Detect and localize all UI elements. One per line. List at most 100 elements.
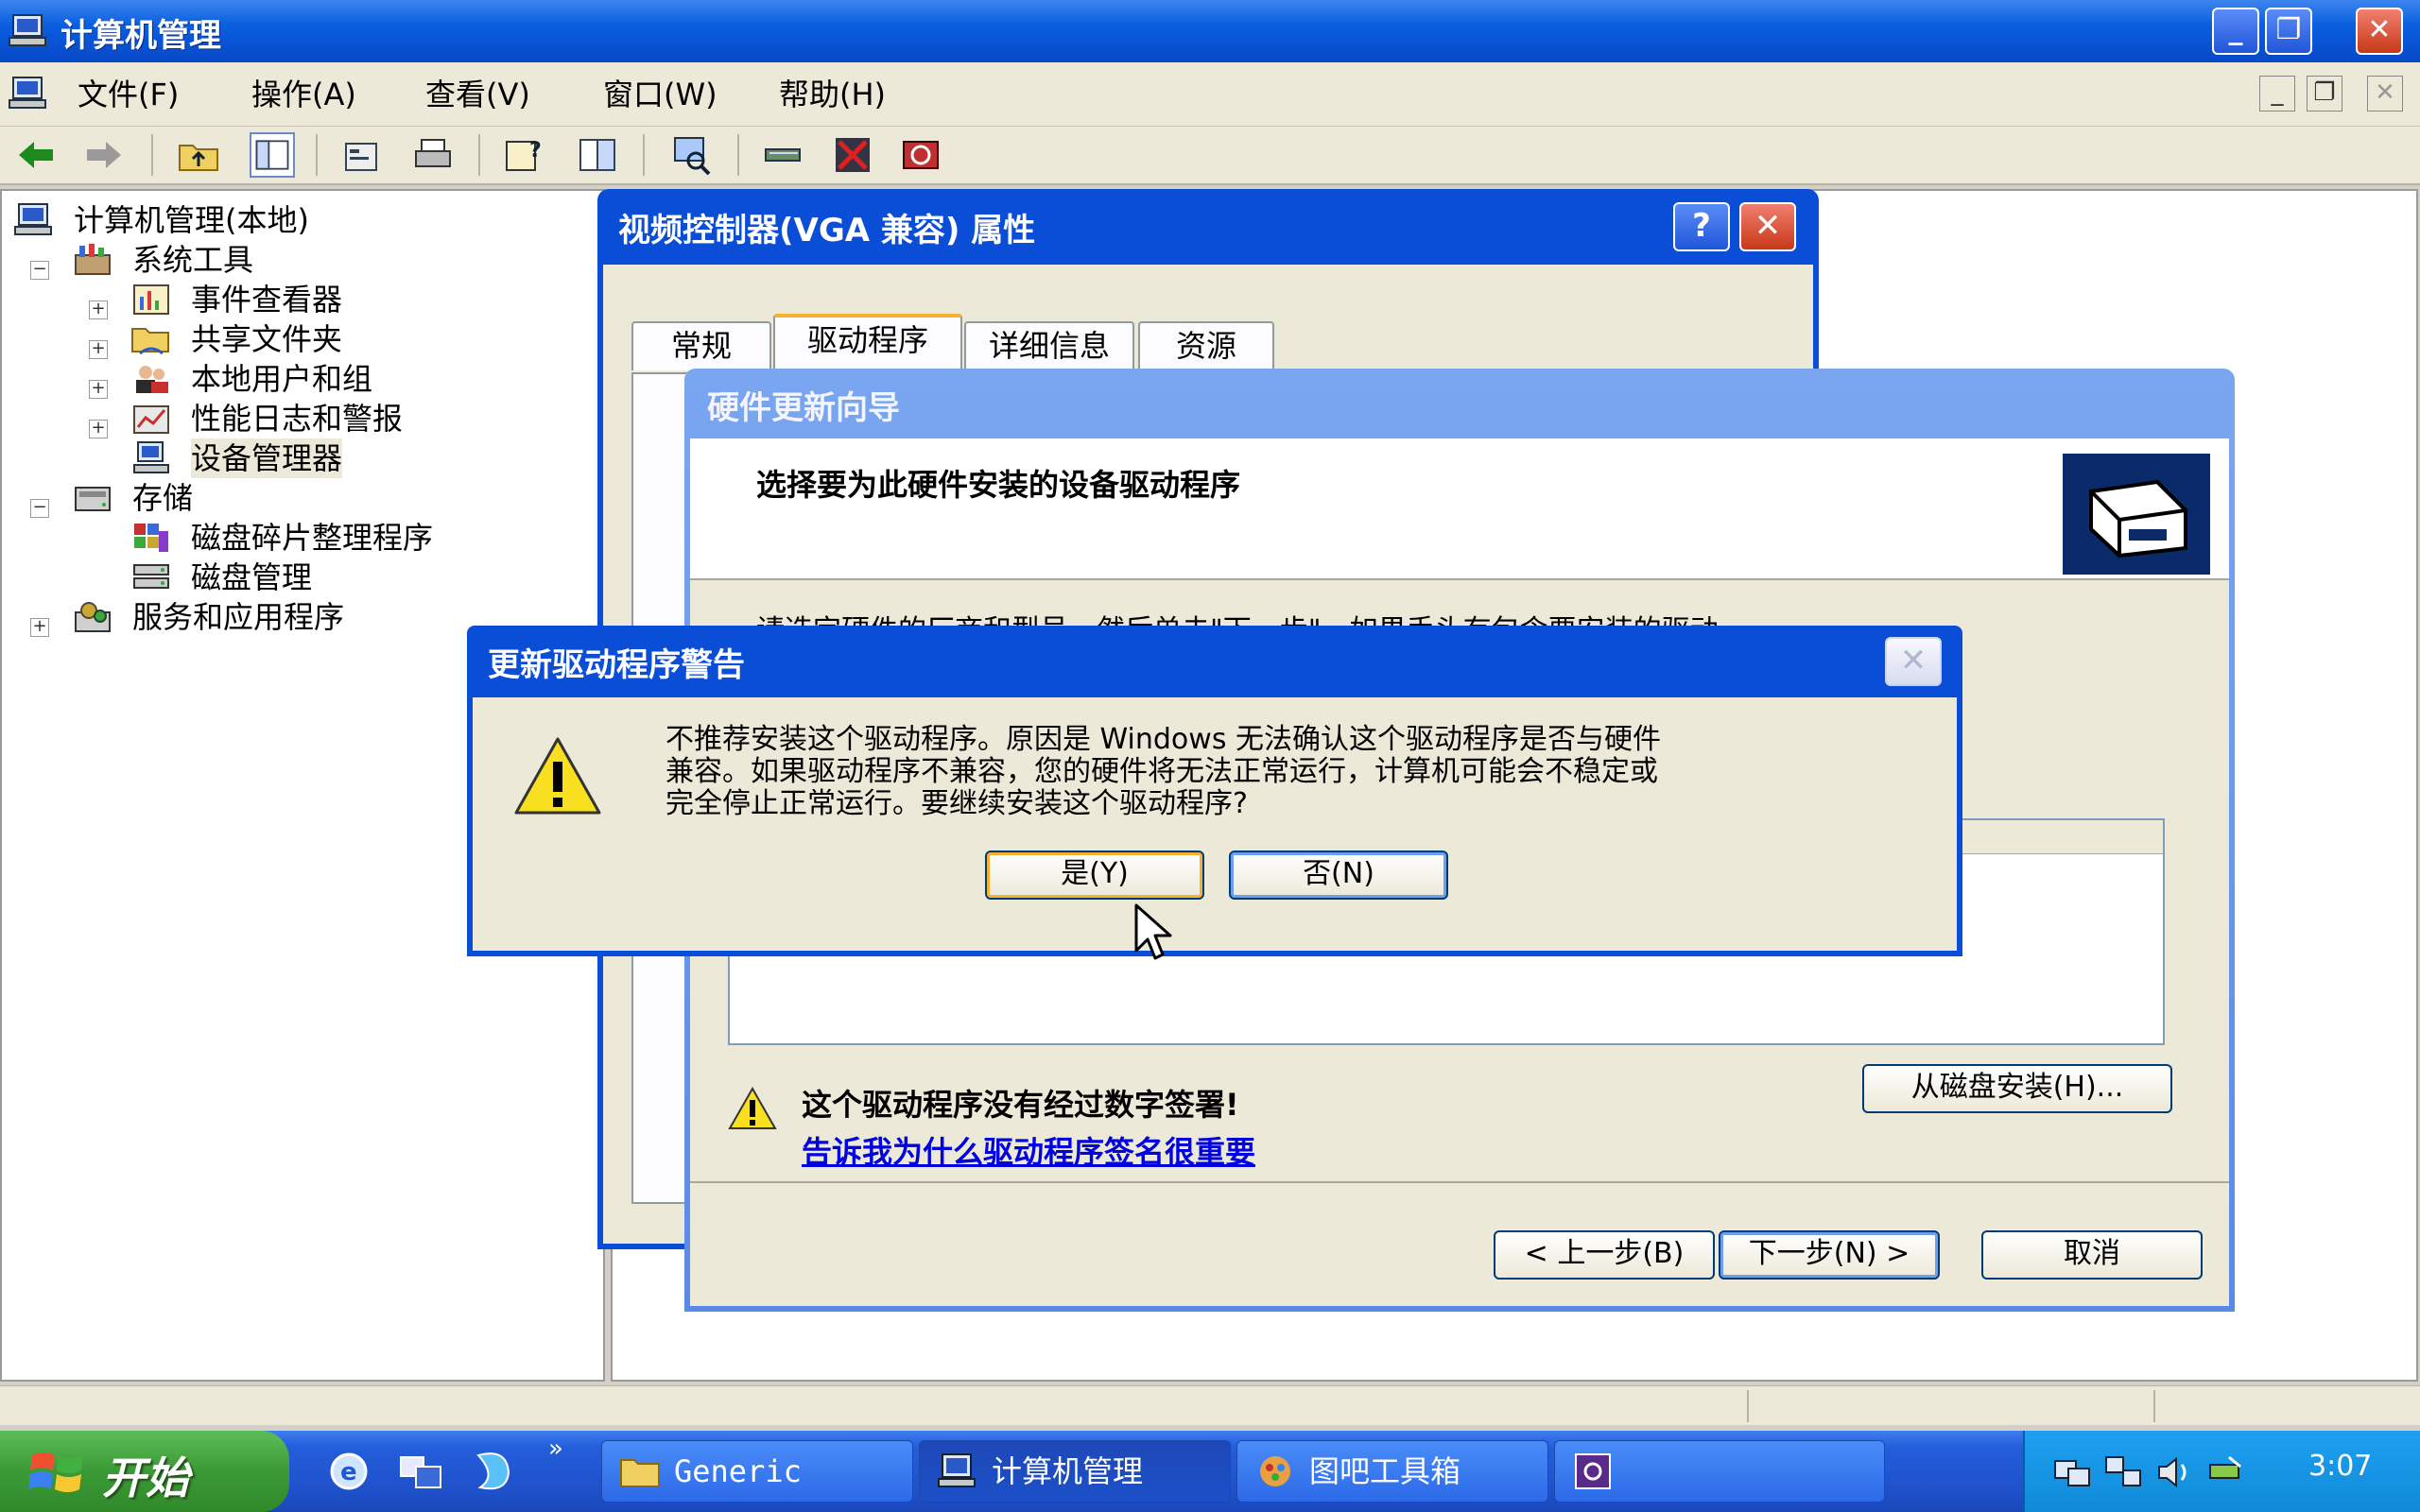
tab-resources[interactable]: 资源 bbox=[1138, 321, 1274, 370]
windows-logo-icon bbox=[28, 1452, 83, 1492]
expand-toggle[interactable]: + bbox=[89, 380, 108, 399]
svg-text:?: ? bbox=[529, 139, 542, 163]
task-computer-management[interactable]: 计算机管理 bbox=[919, 1440, 1231, 1503]
tree-label: 磁盘碎片整理程序 bbox=[191, 520, 434, 556]
cancel-button[interactable]: 取消 bbox=[1981, 1230, 2203, 1280]
scan-hardware-icon[interactable] bbox=[667, 132, 713, 178]
network-icon[interactable] bbox=[2051, 1452, 2093, 1493]
menu-action[interactable]: 操作(A) bbox=[246, 74, 362, 115]
tree-label: 系统工具 bbox=[132, 242, 254, 278]
task-label: 计算机管理 bbox=[992, 1453, 1144, 1489]
warning-icon bbox=[728, 1087, 777, 1129]
forward-arrow-icon[interactable] bbox=[81, 132, 127, 178]
collapse-toggle[interactable]: − bbox=[30, 261, 49, 280]
tab-strip: 常规 驱动程序 详细信息 资源 bbox=[631, 314, 1781, 374]
hardware-wizard-icon bbox=[2063, 454, 2210, 575]
ie-quick-launch-icon[interactable]: e bbox=[327, 1450, 371, 1493]
menu-view[interactable]: 查看(V) bbox=[420, 74, 536, 115]
device-manager-icon bbox=[133, 441, 169, 473]
back-button[interactable]: < 上一步(B) bbox=[1494, 1230, 1715, 1280]
wizard-header: 选择要为此硬件安装的设备驱动程序 bbox=[690, 438, 2229, 580]
tree-label: 存储 bbox=[132, 480, 194, 516]
toolbox-icon bbox=[1260, 1456, 1290, 1486]
print-icon[interactable] bbox=[410, 132, 456, 178]
yes-button[interactable]: 是(Y) bbox=[985, 850, 1204, 900]
network-connections-icon[interactable] bbox=[2102, 1452, 2144, 1493]
disable-device-icon[interactable] bbox=[830, 132, 875, 178]
task-label: Generic bbox=[674, 1453, 802, 1489]
computer-icon[interactable] bbox=[8, 74, 49, 112]
alert-message-line: 兼容。如果驱动程序不兼容，您的硬件将无法正常运行，计算机可能会不稳定或 bbox=[666, 755, 1658, 788]
mdi-close-button[interactable]: ✕ bbox=[2367, 76, 2403, 112]
expand-toggle[interactable]: + bbox=[89, 420, 108, 438]
mouse-cursor-icon bbox=[1134, 903, 1172, 960]
driver-signing-link[interactable]: 告诉我为什么驱动程序签名很重要 bbox=[802, 1128, 1255, 1172]
close-button[interactable]: ✕ bbox=[1739, 202, 1796, 251]
clock[interactable]: 3:07 bbox=[2308, 1450, 2372, 1483]
safely-remove-hardware-icon[interactable] bbox=[2204, 1452, 2246, 1493]
app-icon bbox=[1575, 1453, 1611, 1489]
back-arrow-icon[interactable] bbox=[13, 132, 59, 178]
tab-general[interactable]: 常规 bbox=[631, 321, 771, 370]
volume-icon[interactable] bbox=[2153, 1452, 2195, 1493]
computer-icon bbox=[938, 1453, 976, 1487]
system-tray: 3:07 bbox=[2023, 1431, 2420, 1512]
services-icon bbox=[75, 602, 111, 632]
alert-message-line: 不推荐安装这个驱动程序。原因是 Windows 无法确认这个驱动程序是否与硬件 bbox=[666, 723, 1661, 756]
show-desktop-icon[interactable] bbox=[397, 1450, 444, 1493]
task-unnamed[interactable] bbox=[1554, 1440, 1885, 1503]
menu-window[interactable]: 窗口(W) bbox=[597, 74, 723, 115]
next-button[interactable]: 下一步(N) > bbox=[1719, 1230, 1940, 1280]
main-titlebar[interactable]: 计算机管理 _ ❐ ✕ bbox=[0, 0, 2420, 62]
window-title: 计算机管理 bbox=[60, 17, 221, 55]
task-tuba-toolbox[interactable]: 图吧工具箱 bbox=[1236, 1440, 1548, 1503]
properties-icon[interactable] bbox=[338, 132, 384, 178]
computer-icon bbox=[14, 203, 52, 235]
have-disk-button[interactable]: 从磁盘安装(H)... bbox=[1862, 1064, 2172, 1113]
tree-label: 设备管理器 bbox=[191, 438, 343, 478]
warning-icon bbox=[514, 737, 601, 815]
toolbar: ? bbox=[0, 127, 2420, 185]
update-driver-icon[interactable] bbox=[760, 132, 805, 178]
tab-details[interactable]: 详细信息 bbox=[964, 321, 1134, 370]
tree-label: 计算机管理(本地) bbox=[74, 202, 309, 238]
show-hide-tree-icon[interactable] bbox=[250, 132, 295, 178]
expand-toggle[interactable]: + bbox=[30, 618, 49, 637]
mdi-restore-button[interactable]: ❐ bbox=[2307, 76, 2342, 112]
disk-management-icon bbox=[133, 564, 169, 589]
menu-file[interactable]: 文件(F) bbox=[72, 74, 184, 115]
alert-close-button[interactable]: ✕ bbox=[1885, 637, 1942, 686]
wizard-title: 硬件更新向导 bbox=[707, 389, 900, 427]
start-button[interactable]: 开始 bbox=[0, 1431, 289, 1512]
toolbox-icon bbox=[75, 244, 111, 275]
tab-driver[interactable]: 驱动程序 bbox=[773, 314, 962, 372]
task-generic[interactable]: Generic bbox=[601, 1440, 913, 1503]
menubar: 文件(F) 操作(A) 查看(V) 窗口(W) 帮助(H) _ ❐ ✕ bbox=[0, 62, 2420, 127]
wizard-heading: 选择要为此硬件安装的设备驱动程序 bbox=[756, 467, 1241, 503]
svg-text:e: e bbox=[340, 1458, 357, 1486]
up-folder-icon[interactable] bbox=[176, 132, 221, 178]
expand-toggle[interactable]: + bbox=[89, 301, 108, 319]
uninstall-device-icon[interactable] bbox=[898, 132, 943, 178]
restore-button[interactable]: ❐ bbox=[2265, 8, 2312, 55]
unsigned-driver-warning: 这个驱动程序没有经过数字签署! bbox=[802, 1087, 1239, 1123]
update-driver-warning-dialog[interactable]: 更新驱动程序警告 ✕ 不推荐安装这个驱动程序。原因是 Windows 无法确认这… bbox=[467, 626, 1962, 956]
collapse-toggle[interactable]: − bbox=[30, 499, 49, 518]
mdi-minimize-button[interactable]: _ bbox=[2259, 76, 2295, 112]
performance-log-icon bbox=[133, 405, 169, 434]
menu-help[interactable]: 帮助(H) bbox=[773, 74, 891, 115]
no-button[interactable]: 否(N) bbox=[1229, 850, 1448, 900]
quick-launch-overflow-icon[interactable]: » bbox=[548, 1435, 563, 1463]
minimize-button[interactable]: _ bbox=[2212, 8, 2259, 55]
event-viewer-icon bbox=[133, 284, 169, 315]
start-label: 开始 bbox=[102, 1452, 189, 1503]
media-player-icon[interactable] bbox=[469, 1448, 516, 1495]
tree-label: 本地用户和组 bbox=[191, 361, 373, 397]
status-bar bbox=[0, 1385, 2420, 1425]
close-button[interactable]: ✕ bbox=[2356, 8, 2403, 55]
toolbar-separator bbox=[316, 134, 318, 176]
help-icon[interactable]: ? bbox=[501, 132, 546, 178]
help-button[interactable]: ? bbox=[1673, 202, 1730, 251]
show-hide-action-pane-icon[interactable] bbox=[575, 132, 620, 178]
expand-toggle[interactable]: + bbox=[89, 340, 108, 359]
